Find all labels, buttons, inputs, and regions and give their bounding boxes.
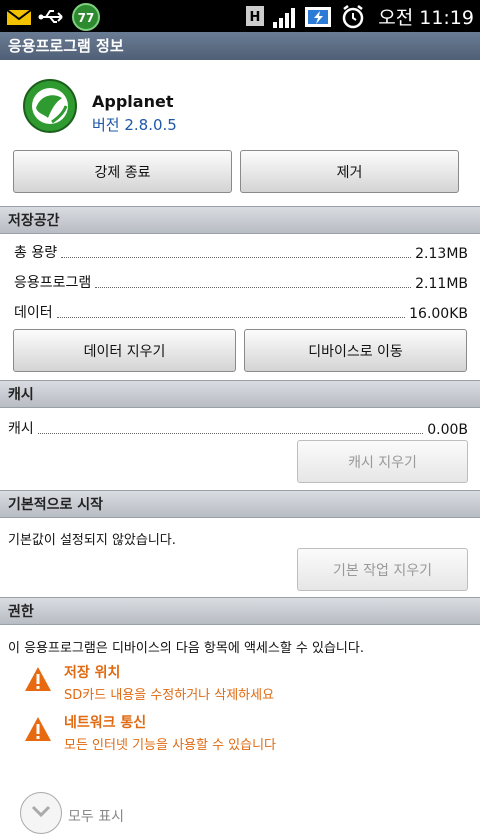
chevron-down-icon xyxy=(31,805,51,818)
battery-level-text: 77 xyxy=(78,11,95,25)
dotted-leader xyxy=(37,433,424,434)
battery-charging-icon xyxy=(305,6,332,27)
data-value: 16.00KB xyxy=(409,306,468,322)
permissions-intro: 이 응용프로그램은 디바이스의 다음 항목에 액세스할 수 있습니다. xyxy=(8,641,364,656)
alarm-icon xyxy=(342,4,364,28)
hsdpa-icon: H xyxy=(246,5,265,26)
total-value: 2.13MB xyxy=(415,246,468,262)
clear-defaults-button[interactable]: 기본 작업 지우기 xyxy=(297,548,468,591)
svg-text:H: H xyxy=(250,10,261,25)
launch-default-section-header: 기본적으로 시작 xyxy=(0,490,480,518)
page-title: 응용프로그램 정보 xyxy=(0,32,480,60)
application-label: 응용프로그램 xyxy=(14,275,92,291)
uninstall-button[interactable]: 제거 xyxy=(240,150,459,193)
email-icon xyxy=(6,9,32,25)
permissions-section-header: 권한 xyxy=(0,597,480,625)
storage-section-header: 저장공간 xyxy=(0,206,480,234)
dotted-leader xyxy=(56,317,406,318)
cache-section-header: 캐시 xyxy=(0,380,480,408)
storage-row-application: 응용프로그램 2.11MB xyxy=(14,272,468,292)
status-bar-left: 77 xyxy=(6,3,100,31)
application-value: 2.11MB xyxy=(415,276,468,292)
app-header: Applanet 버전 2.8.0.5 xyxy=(0,60,480,150)
show-all-label[interactable]: 모두 표시 xyxy=(68,806,124,826)
dotted-leader xyxy=(61,257,412,258)
permission-title: 저장 위치 xyxy=(64,665,121,681)
force-stop-button[interactable]: 강제 종료 xyxy=(13,150,232,193)
usb-icon xyxy=(38,10,63,23)
permission-item-storage[interactable]: 저장 위치 SD카드 내용을 수정하거나 삭제하세요 xyxy=(24,662,464,706)
cache-row: 캐시 0.00B xyxy=(8,418,468,438)
app-name: Applanet xyxy=(92,92,174,111)
permission-description: 모든 인터넷 기능을 사용할 수 있습니다 xyxy=(64,738,277,753)
status-bar: 77 H 오전 11:19 xyxy=(0,0,480,32)
applanet-logo-icon xyxy=(23,79,77,133)
data-label: 데이터 xyxy=(14,305,53,321)
show-all-toggle[interactable] xyxy=(20,792,62,834)
storage-row-total: 총 용량 2.13MB xyxy=(14,242,468,262)
dotted-leader xyxy=(95,287,412,288)
clear-data-button[interactable]: 데이터 지우기 xyxy=(13,329,236,372)
warning-icon xyxy=(25,717,51,741)
warning-icon xyxy=(25,667,51,691)
app-version: 버전 2.8.0.5 xyxy=(92,116,177,134)
move-to-device-button[interactable]: 디바이스로 이동 xyxy=(244,329,467,372)
total-label: 총 용량 xyxy=(14,245,58,261)
permission-title: 네트워크 통신 xyxy=(64,715,147,731)
clock-time: 오전 11:19 xyxy=(378,7,474,29)
cache-label: 캐시 xyxy=(8,421,34,437)
status-bar-right: H 오전 11:19 xyxy=(244,3,474,30)
cache-value: 0.00B xyxy=(427,422,468,438)
storage-row-data: 데이터 16.00KB xyxy=(14,302,468,322)
permission-item-network[interactable]: 네트워크 통신 모든 인터넷 기능을 사용할 수 있습니다 xyxy=(24,712,464,756)
no-defaults-text: 기본값이 설정되지 않았습니다. xyxy=(8,533,176,548)
permission-description: SD카드 내용을 수정하거나 삭제하세요 xyxy=(64,688,275,703)
signal-icon xyxy=(273,7,296,28)
clear-cache-button[interactable]: 캐시 지우기 xyxy=(297,440,468,483)
battery-level-icon: 77 xyxy=(72,3,100,31)
